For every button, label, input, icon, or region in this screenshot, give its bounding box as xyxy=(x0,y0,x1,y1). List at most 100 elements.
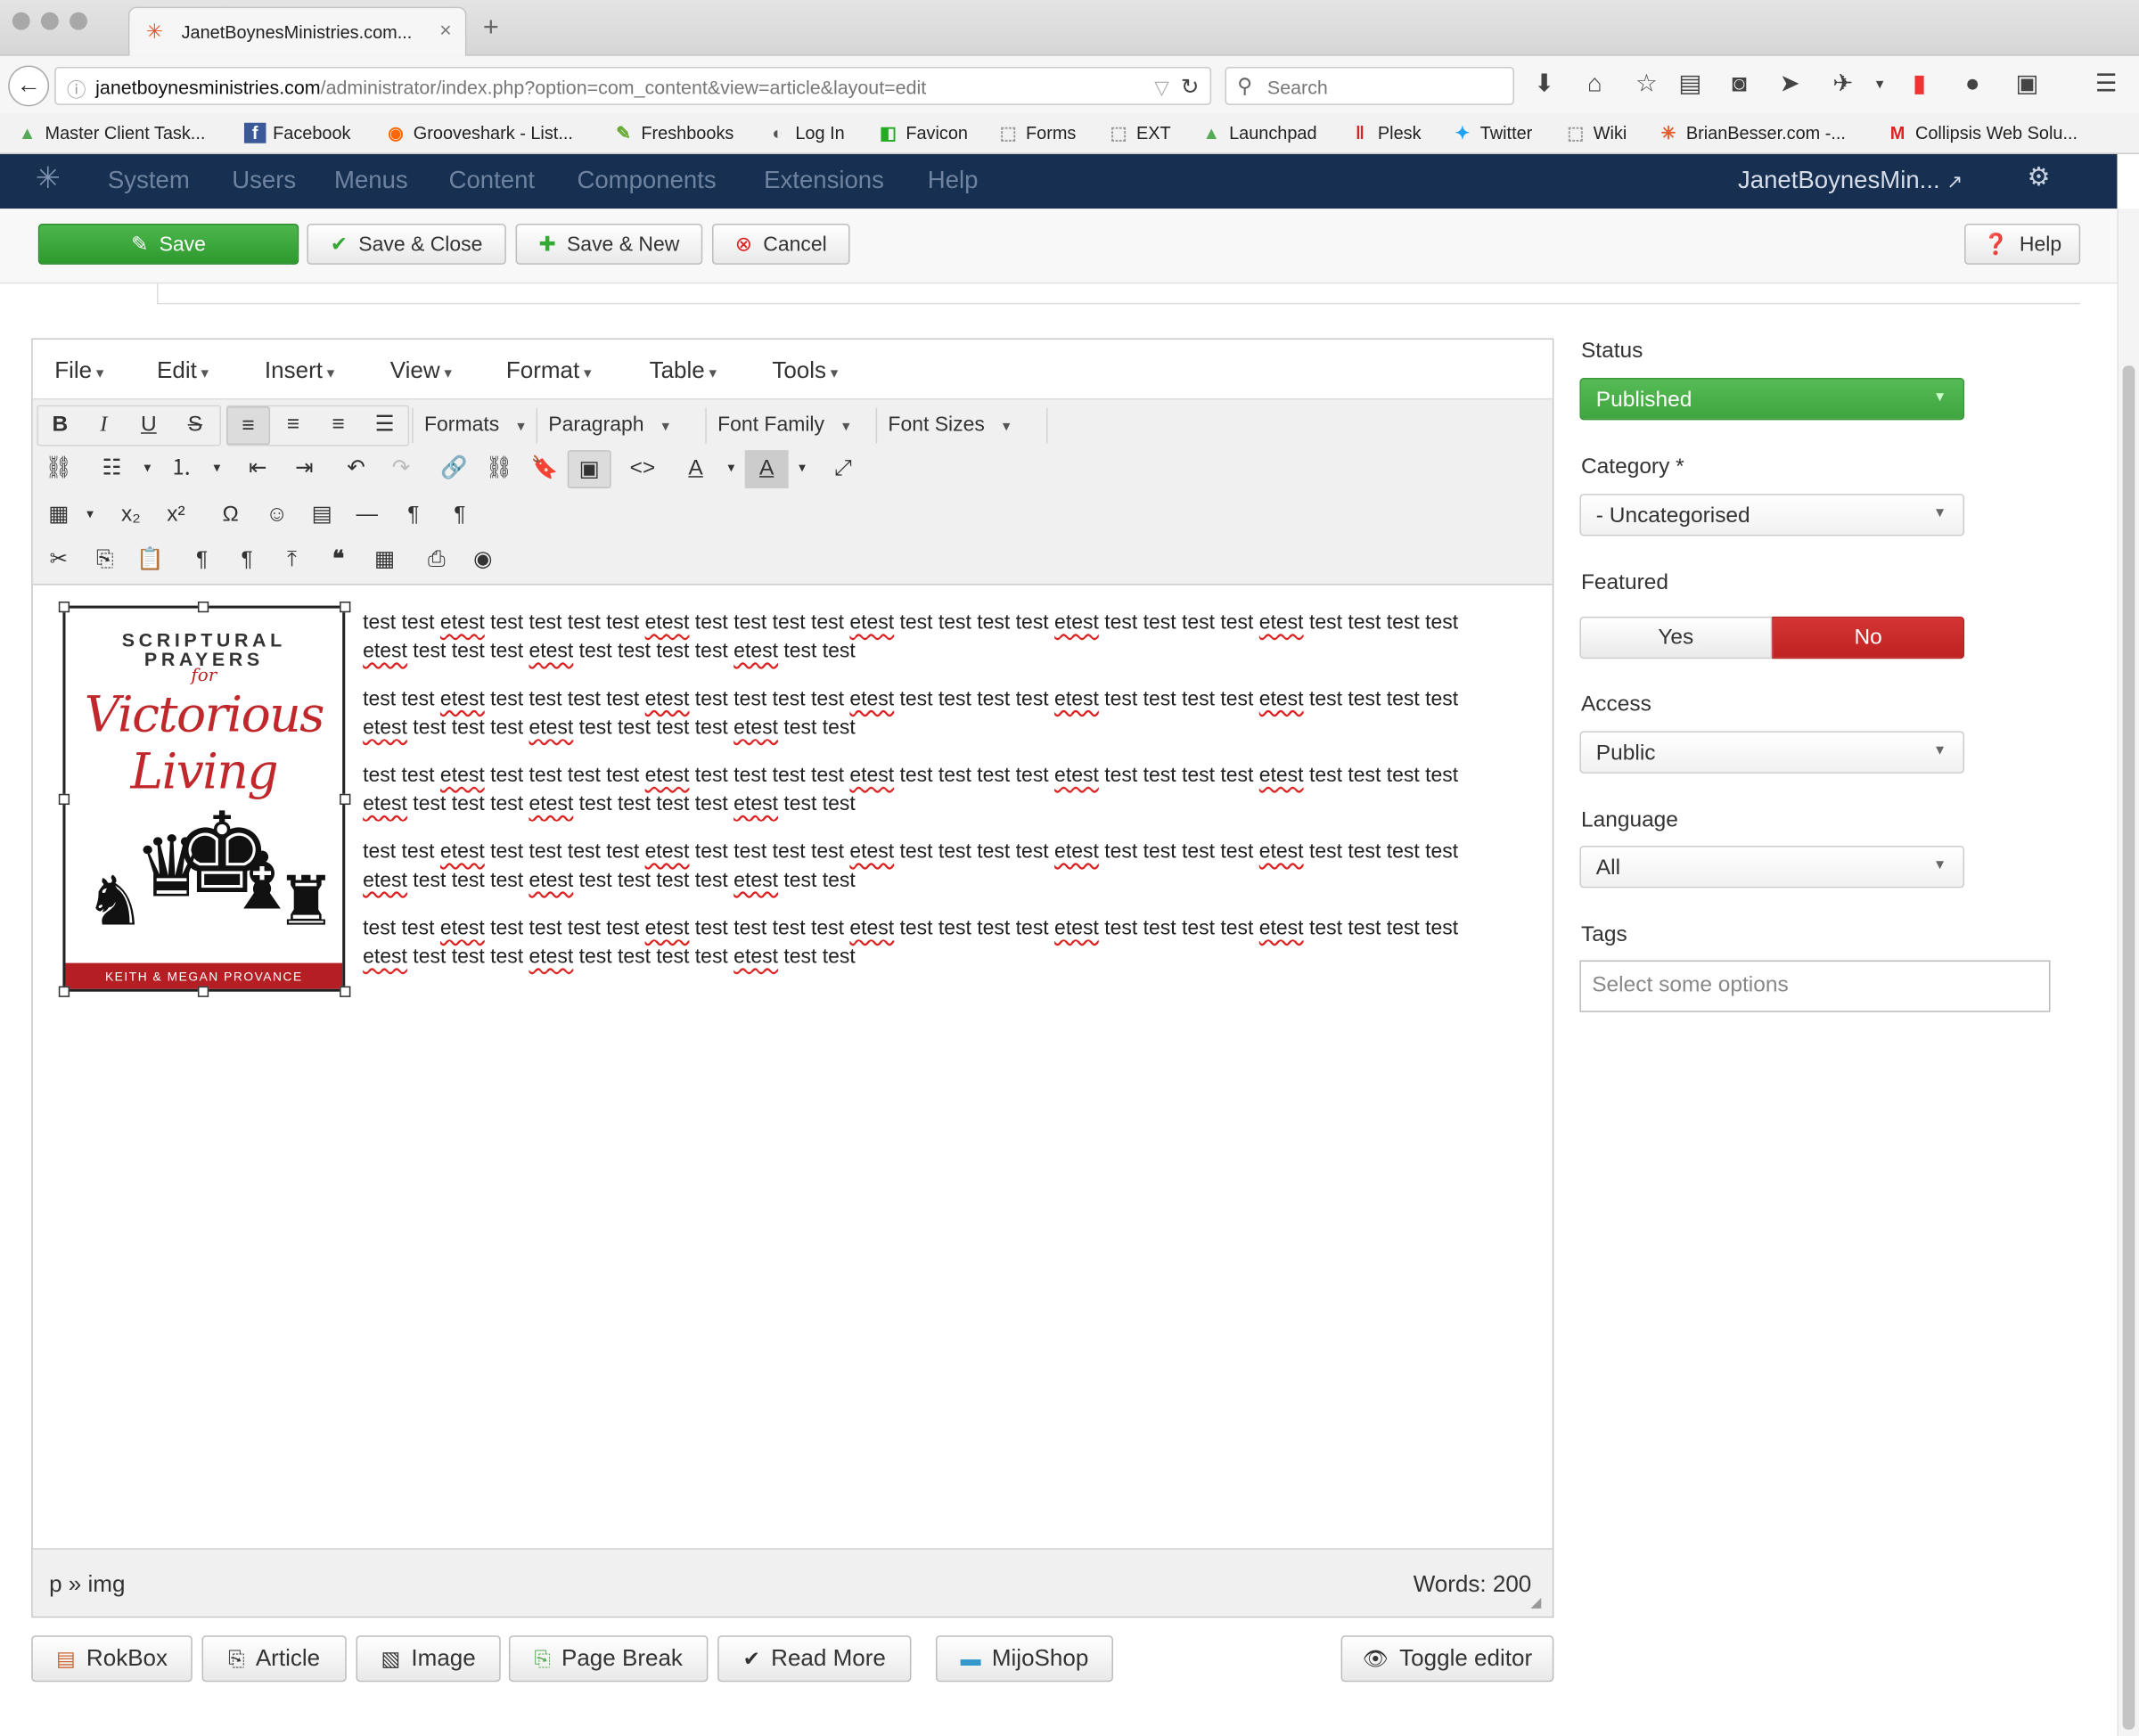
access-select[interactable]: Public ▼ xyxy=(1579,731,1965,774)
align-center-icon[interactable]: ≡ xyxy=(272,406,316,445)
menu-components[interactable]: Components xyxy=(577,167,716,195)
site-link[interactable]: JanetBoynesMin... ↗ xyxy=(1738,167,1963,195)
bookmark-master-client[interactable]: ▲ Master Client Task... xyxy=(16,123,206,143)
paste-icon[interactable]: 📋 xyxy=(128,542,172,580)
font-sizes-dropdown[interactable]: Font Sizes xyxy=(875,407,1048,444)
bookmark-grooveshark[interactable]: ◉ Grooveshark - List... xyxy=(385,123,573,144)
editor-menu-insert[interactable]: Insert xyxy=(265,357,334,385)
special-character-icon[interactable]: Ω xyxy=(209,496,252,535)
editor-menu-format[interactable]: Format xyxy=(506,357,592,385)
unlink-icon[interactable]: ⛓ xyxy=(478,450,521,488)
align-justify-icon[interactable]: ☰ xyxy=(363,406,406,445)
superscript-icon[interactable]: x² xyxy=(154,496,198,535)
new-tab-button[interactable]: + xyxy=(483,12,499,44)
featured-yes-button[interactable]: Yes xyxy=(1579,616,1773,659)
editor-menu-file[interactable]: File xyxy=(54,357,103,385)
chat-icon[interactable]: ● xyxy=(1956,70,1989,98)
strikethrough-icon[interactable]: S xyxy=(173,406,217,445)
cut-icon[interactable]: ✂ xyxy=(37,542,80,580)
extension-dropdown-icon[interactable]: ▾ xyxy=(1864,75,1897,93)
pocket-icon[interactable]: ◙ xyxy=(1723,70,1756,98)
font-family-dropdown[interactable]: Font Family xyxy=(705,407,872,444)
resize-handle[interactable] xyxy=(340,793,351,806)
save-button[interactable]: ✎ Save xyxy=(37,224,299,265)
menu-users[interactable]: Users xyxy=(232,167,296,195)
editor-menu-table[interactable]: Table xyxy=(650,357,717,385)
align-left-icon[interactable]: ≡ xyxy=(226,406,271,445)
preview-icon[interactable]: ◉ xyxy=(461,542,504,580)
back-arrow-icon[interactable]: ← xyxy=(8,65,50,107)
scrollbar-thumb[interactable] xyxy=(2122,365,2135,1730)
resize-grip-icon[interactable]: ◢ xyxy=(1530,1596,1541,1611)
redo-icon[interactable]: ↷ xyxy=(380,450,423,488)
language-select[interactable]: All ▼ xyxy=(1579,845,1965,888)
outdent-icon[interactable]: ⇤ xyxy=(236,450,280,488)
resize-handle[interactable] xyxy=(58,793,70,806)
formats-dropdown[interactable]: Formats xyxy=(412,407,524,444)
browser-tab[interactable]: ✳ JanetBoynesMinistries.com... × xyxy=(127,6,467,56)
subscript-icon[interactable]: x₂ xyxy=(109,496,152,535)
reading-list-icon[interactable]: ▤ xyxy=(1674,70,1707,98)
resize-handle[interactable] xyxy=(58,601,70,613)
read-more-button[interactable]: ✔ Read More xyxy=(717,1635,912,1683)
image-button[interactable]: ▧ Image xyxy=(356,1635,501,1683)
save-new-button[interactable]: ✚ Save & New xyxy=(515,224,703,265)
bookmark-freshbooks[interactable]: ✎ Freshbooks xyxy=(612,123,733,144)
menu-content[interactable]: Content xyxy=(449,167,535,195)
resize-handle[interactable] xyxy=(340,986,351,997)
close-window-button[interactable] xyxy=(12,12,30,30)
italic-icon[interactable]: I xyxy=(82,406,126,445)
template-icon[interactable]: ▦ xyxy=(363,542,406,580)
home-icon[interactable]: ⌂ xyxy=(1578,70,1611,98)
table-dropdown-icon[interactable]: ▾ xyxy=(69,496,112,535)
maximize-window-button[interactable] xyxy=(70,12,87,30)
copy-icon[interactable]: ⎘ xyxy=(83,542,127,580)
browser-search-input[interactable]: ⚲ Search xyxy=(1225,66,1514,105)
editor-menu-edit[interactable]: Edit xyxy=(157,357,209,385)
rokbox-button[interactable]: ▤ RokBox xyxy=(31,1635,193,1683)
bookmark-plesk[interactable]: ‖ Plesk xyxy=(1349,123,1422,143)
lastpass-icon[interactable]: ▮ xyxy=(1903,70,1936,98)
bookmark-star-icon[interactable]: ☆ xyxy=(1630,70,1663,98)
code-icon[interactable]: <> xyxy=(620,450,664,488)
bookmark-ext[interactable]: ⬚ EXT xyxy=(1108,123,1171,144)
resize-handle[interactable] xyxy=(340,601,351,613)
bookmark-collipsis[interactable]: M Collipsis Web Solu... xyxy=(1887,123,2078,143)
puzzle-icon[interactable]: ▣ xyxy=(2011,70,2044,98)
visual-chars-icon[interactable]: ¶ xyxy=(225,542,269,580)
address-bar[interactable]: ⓘ janetboynesministries.com/administrato… xyxy=(54,66,1212,105)
save-close-button[interactable]: ✔ Save & Close xyxy=(307,224,506,265)
media-icon[interactable]: ▤ xyxy=(300,496,344,535)
paragraph[interactable]: test test etest test test test test etes… xyxy=(363,684,1543,741)
blockquote-icon[interactable]: ❝ xyxy=(316,542,360,580)
indent-icon[interactable]: ⇥ xyxy=(283,450,326,488)
minimize-window-button[interactable] xyxy=(40,12,59,30)
joomla-logo-icon[interactable]: ✳ xyxy=(36,161,61,197)
paragraph[interactable]: test test etest test test test test etes… xyxy=(363,914,1543,971)
bookmark-launchpad[interactable]: ▲ Launchpad xyxy=(1201,123,1316,143)
show-blocks-icon[interactable]: ¶ xyxy=(180,542,224,580)
help-button[interactable]: ❓ Help xyxy=(1964,224,2081,265)
ltr-icon[interactable]: ¶ xyxy=(391,496,435,535)
site-info-icon[interactable]: ⓘ xyxy=(67,77,86,104)
bookmark-wiki[interactable]: ⬚ Wiki xyxy=(1565,123,1627,144)
menu-help[interactable]: Help xyxy=(928,167,979,195)
find-replace-icon[interactable]: ⛓ xyxy=(37,450,80,488)
gear-icon[interactable]: ⚙ xyxy=(2027,162,2050,193)
paragraph[interactable]: test test etest test test test test etes… xyxy=(363,838,1543,895)
element-path[interactable]: p » img xyxy=(49,1571,125,1599)
bookmark-favicon[interactable]: ◧ Favicon xyxy=(877,123,968,144)
emoticons-icon[interactable]: ☺ xyxy=(255,496,299,535)
menu-extensions[interactable]: Extensions xyxy=(764,167,884,195)
align-right-icon[interactable]: ≡ xyxy=(316,406,360,445)
editor-menu-tools[interactable]: Tools xyxy=(772,357,838,385)
underline-icon[interactable]: U xyxy=(127,406,170,445)
upload-icon[interactable]: ⤒ xyxy=(270,542,314,580)
book-cover-image[interactable]: SCRIPTURAL PRAYERS for Victorious Living ♞… xyxy=(62,605,346,992)
featured-no-button[interactable]: No xyxy=(1772,616,1965,659)
paragraph[interactable]: test test etest test test test test etes… xyxy=(363,609,1543,666)
resize-handle[interactable] xyxy=(58,986,70,997)
bold-icon[interactable]: B xyxy=(38,406,82,445)
url-dropdown-icon[interactable]: ▽ xyxy=(1154,77,1169,100)
numbered-list-dropdown-icon[interactable]: ▾ xyxy=(195,450,239,488)
